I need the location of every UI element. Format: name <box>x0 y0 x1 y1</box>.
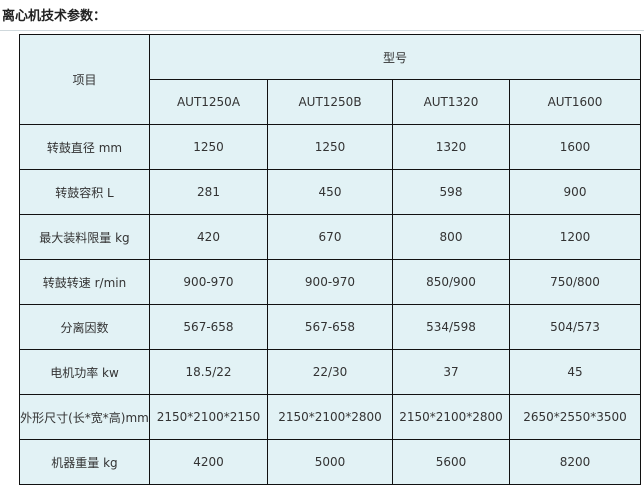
model-cell: AUT1320 <box>392 79 510 125</box>
table-cell: 900 <box>508 169 642 215</box>
table-row: 转鼓容积 L 281 450 598 900 <box>19 169 642 215</box>
table-cell: 598 <box>392 169 510 215</box>
table-cell: 2150*2100*2800 <box>267 394 393 440</box>
header-row-top: 项目 型号 <box>19 34 642 125</box>
row-label: 电机功率 kw <box>19 349 150 395</box>
row-label: 转鼓容积 L <box>19 169 150 215</box>
table-cell: 504/573 <box>508 304 642 350</box>
item-header-cell: 项目 <box>19 34 150 125</box>
table-cell: 281 <box>149 169 268 215</box>
spec-table: 项目 型号 AUT1250A AUT1250B AUT1320 AUT1600 … <box>19 34 642 485</box>
page-heading: 离心机技术参数： <box>2 9 107 24</box>
table-cell: 1320 <box>392 124 510 170</box>
table-cell: 45 <box>508 349 642 395</box>
table-cell: 670 <box>267 214 393 260</box>
table-cell: 2650*2550*3500 <box>508 394 642 440</box>
table-cell: 420 <box>149 214 268 260</box>
table-row: 转鼓直径 mm 1250 1250 1320 1600 <box>19 124 642 170</box>
table-cell: 2150*2100*2800 <box>392 394 510 440</box>
table-cell: 900-970 <box>149 259 268 305</box>
table-cell: 450 <box>267 169 393 215</box>
table-cell: 1600 <box>508 124 642 170</box>
table-cell: 750/800 <box>508 259 642 305</box>
table-cell: 567-658 <box>149 304 268 350</box>
table-row: 机器重量 kg 4200 5000 5600 8200 <box>19 439 642 485</box>
model-cell: AUT1250B <box>267 79 393 125</box>
table-cell: 534/598 <box>392 304 510 350</box>
table-row: 电机功率 kw 18.5/22 22/30 37 45 <box>19 349 642 395</box>
row-label: 机器重量 kg <box>19 439 150 485</box>
row-label: 最大装料限量 kg <box>19 214 150 260</box>
row-label: 转鼓转速 r/min <box>19 259 150 305</box>
table-row: 分离因数 567-658 567-658 534/598 504/573 <box>19 304 642 350</box>
table-cell: 567-658 <box>267 304 393 350</box>
table-cell: 900-970 <box>267 259 393 305</box>
row-label: 分离因数 <box>19 304 150 350</box>
table-cell: 5600 <box>392 439 510 485</box>
table-cell: 2150*2100*2150 <box>149 394 268 440</box>
table-row: 外形尺寸(长*宽*高)mm 2150*2100*2150 2150*2100*2… <box>19 394 642 440</box>
model-cell: AUT1600 <box>508 79 642 125</box>
table-cell: 850/900 <box>392 259 510 305</box>
model-cell: AUT1250A <box>149 79 268 125</box>
table-cell: 800 <box>392 214 510 260</box>
table-cell: 1250 <box>267 124 393 170</box>
table-cell: 5000 <box>267 439 393 485</box>
row-label: 外形尺寸(长*宽*高)mm <box>19 394 150 440</box>
table-cell: 22/30 <box>267 349 393 395</box>
table-cell: 1250 <box>149 124 268 170</box>
row-label: 转鼓直径 mm <box>19 124 150 170</box>
table-cell: 4200 <box>149 439 268 485</box>
table-cell: 37 <box>392 349 510 395</box>
table-cell: 18.5/22 <box>149 349 268 395</box>
table-cell: 1200 <box>508 214 642 260</box>
table-row: 转鼓转速 r/min 900-970 900-970 850/900 750/8… <box>19 259 642 305</box>
model-header-cell: 型号 <box>148 34 642 80</box>
heading-bar: 离心机技术参数： <box>0 0 644 31</box>
table-cell: 8200 <box>508 439 642 485</box>
table-row: 最大装料限量 kg 420 670 800 1200 <box>19 214 642 260</box>
